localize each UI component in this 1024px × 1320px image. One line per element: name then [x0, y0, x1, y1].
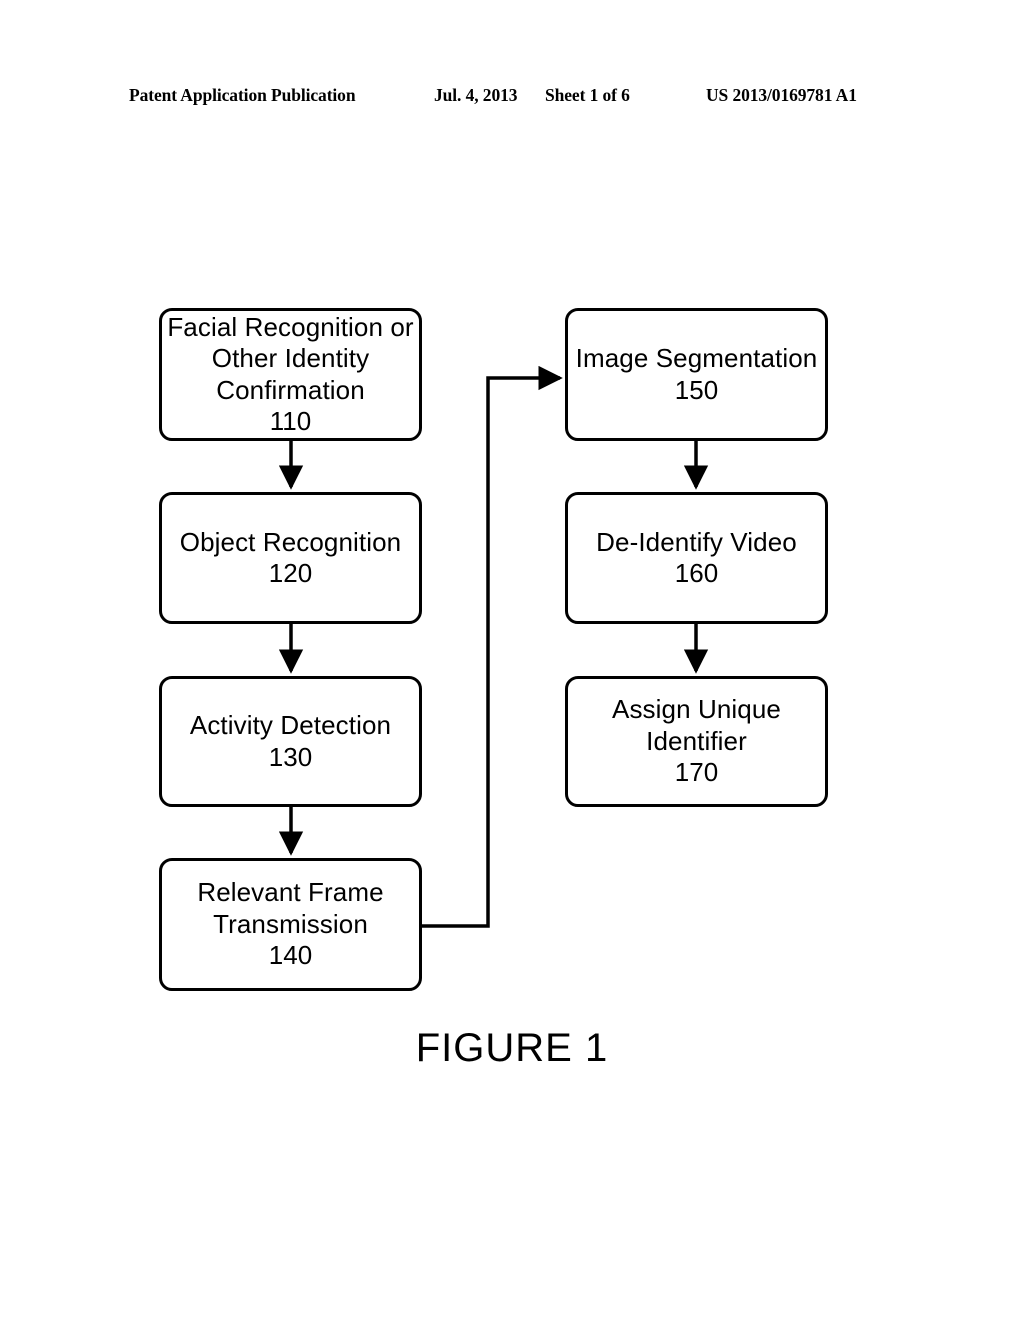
flow-node-120-line-1: Object Recognition [179, 526, 402, 557]
figure-caption: FIGURE 1 [415, 1026, 609, 1070]
flow-node-140-ref-numeral: 140 [268, 940, 313, 971]
flow-node-170-ref-numeral: 170 [674, 757, 719, 788]
figure-diagram: Facial Recognition or Other Identity Con… [0, 0, 1024, 1320]
flow-node-130-ref-numeral: 130 [268, 741, 313, 772]
flow-node-110: Facial Recognition or Other Identity Con… [159, 308, 422, 441]
flow-node-130: Activity Detection 130 [159, 676, 422, 807]
flow-node-110-ref-numeral: 110 [269, 406, 312, 436]
flow-node-150: Image Segmentation 150 [565, 308, 828, 441]
flow-node-140-line-2: Transmission [213, 908, 368, 939]
flow-node-150-line-1: Image Segmentation [575, 343, 818, 373]
flow-node-160-ref-numeral: 160 [674, 558, 719, 588]
flow-node-110-line-1: Facial Recognition or [167, 311, 414, 342]
flow-node-120: Object Recognition 120 [159, 492, 422, 624]
flow-node-160-line-1: De-Identify Video [596, 526, 797, 557]
flow-node-140: Relevant Frame Transmission 140 [159, 858, 422, 991]
flow-node-110-line-2: Other Identity [211, 343, 370, 373]
flow-node-120-ref-numeral: 120 [268, 558, 313, 588]
flow-node-140-line-1: Relevant Frame [197, 877, 384, 908]
arrow-140-to-150 [422, 365, 563, 928]
connector-layer [278, 365, 709, 928]
flow-node-160: De-Identify Video 160 [565, 492, 828, 624]
flow-node-110-line-3: Confirmation [216, 374, 365, 405]
flow-node-130-line-1: Activity Detection [189, 710, 392, 740]
flow-node-150-ref-numeral: 150 [674, 374, 719, 405]
flow-node-170: Assign Unique Identifier 170 [565, 676, 828, 807]
flow-node-170-line-2: Identifier [646, 725, 747, 756]
flow-node-170-line-1: Assign Unique [612, 694, 781, 725]
